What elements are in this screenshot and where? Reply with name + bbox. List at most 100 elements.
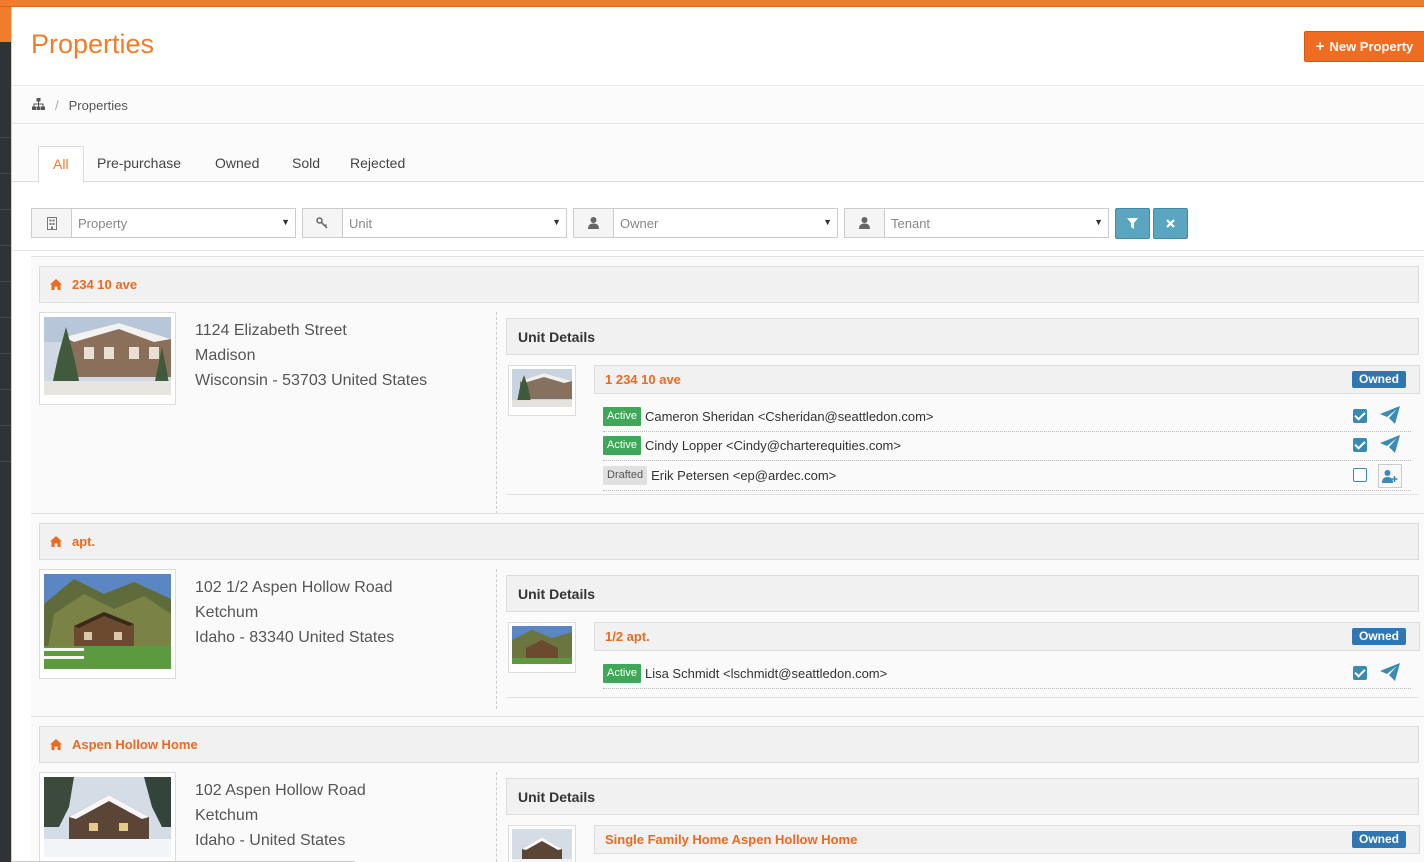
tenant-status-badge: Active <box>603 436 641 455</box>
chevron-down-icon: ▼ <box>1094 217 1103 227</box>
address-city: Ketchum <box>195 604 259 621</box>
property-name: Aspen Hollow Home <box>72 737 198 752</box>
tenant-filter[interactable]: Tenant ▼ <box>844 208 1109 238</box>
unit-details-header: Unit Details <box>506 575 1419 612</box>
tenant-contact: Erik Petersen <ep@ardec.com> <box>651 468 837 483</box>
tenant-select[interactable]: Tenant ▼ <box>885 209 1108 237</box>
property-list: 234 10 ave 1124 Elizabeth Street Madison… <box>31 256 1424 862</box>
tenant-checkbox[interactable] <box>1353 666 1367 680</box>
unit-row[interactable]: 1/2 apt. Owned <box>594 622 1420 651</box>
address-street: 102 1/2 Aspen Hollow Road <box>195 579 393 596</box>
rail-divider <box>0 317 11 318</box>
clear-filter-button[interactable] <box>1153 208 1188 239</box>
column-divider <box>496 569 497 709</box>
tenant-checkbox[interactable] <box>1353 409 1367 423</box>
owned-badge: Owned <box>1351 831 1406 848</box>
tenant-checkbox[interactable] <box>1353 468 1367 482</box>
tab-rejected[interactable]: Rejected <box>336 146 419 182</box>
address-street: 102 Aspen Hollow Road <box>195 782 366 799</box>
unit-row[interactable]: Single Family Home Aspen Hollow Home Own… <box>594 825 1420 854</box>
home-icon <box>50 739 62 750</box>
chevron-down-icon: ▼ <box>823 217 832 227</box>
property-header[interactable]: apt. <box>39 523 1419 560</box>
breadcrumb-separator: / <box>55 97 59 113</box>
tenant-contact: Cameron Sheridan <Csheridan@seattledon.c… <box>644 409 934 424</box>
tenant-row: Drafted Erik Petersen <ep@ardec.com> <box>603 461 1411 491</box>
send-icon[interactable] <box>1380 435 1400 453</box>
property-header[interactable]: 234 10 ave <box>39 266 1419 303</box>
property-filter[interactable]: Property ▼ <box>31 208 296 238</box>
rail-divider <box>0 137 11 138</box>
sitemap-icon[interactable] <box>32 97 45 113</box>
status-tabs: All Pre-purchase Owned Sold Rejected <box>12 125 1424 183</box>
tab-owned[interactable]: Owned <box>201 146 273 182</box>
property-placeholder: Property <box>78 215 128 231</box>
rail-divider <box>0 173 11 174</box>
property-address: 102 1/2 Aspen Hollow Road Ketchum Idaho … <box>195 575 394 650</box>
tenant-status-badge: Drafted <box>603 466 648 485</box>
plus-icon: + <box>1315 38 1325 55</box>
tab-all[interactable]: All <box>38 146 84 183</box>
times-icon <box>1166 219 1175 228</box>
tenant-placeholder: Tenant <box>891 215 931 231</box>
new-property-button[interactable]: + New Property <box>1304 31 1424 62</box>
chevron-down-icon: ▼ <box>281 217 290 227</box>
rail-divider <box>0 281 11 282</box>
send-icon[interactable] <box>1380 663 1400 681</box>
home-icon <box>50 279 62 290</box>
owner-placeholder: Owner <box>620 215 659 231</box>
column-divider <box>496 772 497 862</box>
tenant-contact: Lisa Schmidt <lschmidt@seattledon.com> <box>644 666 888 681</box>
add-user-button[interactable] <box>1378 464 1402 488</box>
unit-details-header: Unit Details <box>506 778 1419 815</box>
owner-filter[interactable]: Owner ▼ <box>573 208 838 238</box>
unit-filter[interactable]: Unit ▼ <box>302 208 567 238</box>
filter-bar: Property ▼ Unit ▼ Owner ▼ Tenant ▼ <box>12 183 1424 251</box>
unit-name: 1 234 10 ave <box>605 372 681 387</box>
rail-divider <box>0 209 11 210</box>
new-property-label: New Property <box>1329 39 1414 54</box>
breadcrumb-current: Properties <box>68 97 128 113</box>
unit-row[interactable]: 1 234 10 ave Owned <box>594 365 1420 394</box>
owned-badge: Owned <box>1351 371 1406 388</box>
tab-pre-purchase[interactable]: Pre-purchase <box>83 146 195 182</box>
key-icon <box>303 209 343 237</box>
rail-divider <box>0 425 11 426</box>
unit-select[interactable]: Unit ▼ <box>343 209 566 237</box>
tenant-checkbox[interactable] <box>1353 438 1367 452</box>
rail-divider <box>0 389 11 390</box>
tenant-status-badge: Active <box>603 664 641 683</box>
page-title: Properties <box>31 29 155 59</box>
address-region: Idaho - United States <box>195 832 346 849</box>
tenant-contact: Cindy Lopper <Cindy@charterequities.com> <box>644 438 901 453</box>
property-card: 234 10 ave 1124 Elizabeth Street Madison… <box>31 256 1424 514</box>
unit-photo[interactable] <box>508 622 576 673</box>
rail-divider <box>0 461 11 462</box>
left-sidebar-rail <box>0 7 11 862</box>
breadcrumb: / Properties <box>12 87 1424 124</box>
address-city: Ketchum <box>195 807 259 824</box>
property-name: 234 10 ave <box>72 277 138 292</box>
address-street: 1124 Elizabeth Street <box>195 322 347 339</box>
rail-divider <box>0 353 11 354</box>
tab-sold[interactable]: Sold <box>278 146 334 182</box>
unit-photo[interactable] <box>508 365 576 416</box>
property-card: Aspen Hollow Home 102 Aspen Hollow Road … <box>31 716 1424 862</box>
main-content: Properties + New Property / Properties A… <box>11 7 1424 862</box>
owned-badge: Owned <box>1351 628 1406 645</box>
property-photo[interactable] <box>39 312 176 405</box>
property-select[interactable]: Property ▼ <box>72 209 295 237</box>
send-icon[interactable] <box>1380 406 1400 424</box>
property-name: apt. <box>72 534 96 549</box>
tenant-row: Active Lisa Schmidt <lschmidt@seattledon… <box>603 659 1411 689</box>
property-photo[interactable] <box>39 772 176 862</box>
owner-select[interactable]: Owner ▼ <box>614 209 837 237</box>
property-header[interactable]: Aspen Hollow Home <box>39 726 1419 763</box>
property-address: 1124 Elizabeth Street Madison Wisconsin … <box>195 318 427 393</box>
property-photo[interactable] <box>39 569 176 679</box>
apply-filter-button[interactable] <box>1115 208 1150 239</box>
unit-photo[interactable] <box>508 825 576 862</box>
tenant-row: Active Cindy Lopper <Cindy@charterequiti… <box>603 431 1411 461</box>
rail-divider <box>0 245 11 246</box>
user-icon <box>845 209 885 237</box>
